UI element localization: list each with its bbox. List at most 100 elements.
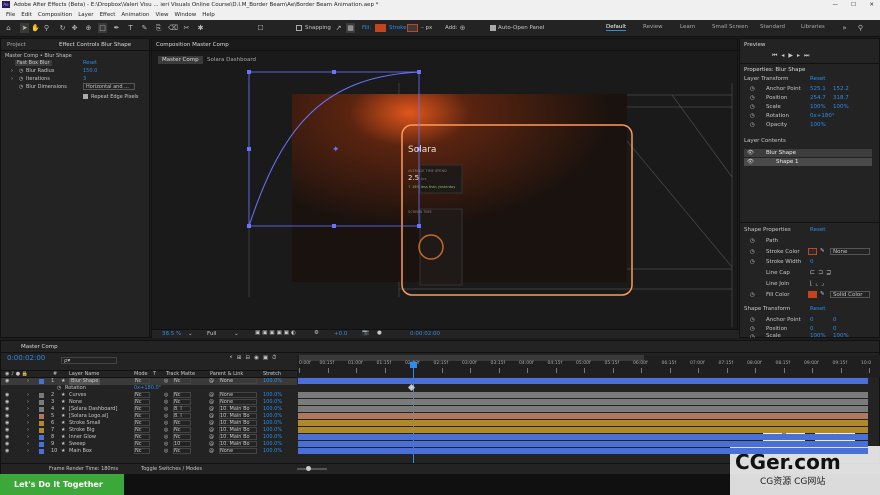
track-matte-dropdown[interactable]: Nc (173, 399, 191, 405)
stopwatch-icon[interactable]: ◷ (750, 238, 755, 244)
stretch-value[interactable]: 100.0% (263, 406, 282, 413)
shape-anchor-x[interactable]: 0 (810, 317, 814, 323)
menu-layer[interactable]: Layer (78, 12, 93, 18)
stopwatch-icon[interactable]: ◷ (750, 86, 755, 92)
track-matte-dropdown[interactable]: Nc (173, 434, 191, 440)
search-icon[interactable]: ⚲ (856, 23, 865, 33)
stroke-color-dropdown[interactable]: None (830, 248, 870, 255)
stretch-value[interactable]: 100.0% (263, 441, 282, 448)
stopwatch-icon[interactable]: ◷ (750, 122, 755, 128)
eye-icon[interactable]: ◉ (5, 434, 9, 441)
zoom-slider-handle[interactable] (306, 466, 311, 471)
layer-name[interactable]: [Solara Logo.ai] (69, 413, 108, 420)
eraser-tool-icon[interactable]: ⌫ (168, 23, 178, 33)
grid-snap-icon[interactable]: ▦ (346, 23, 355, 33)
anchor-y[interactable]: 152.2 (833, 86, 849, 92)
label-color-swatch[interactable] (39, 449, 44, 454)
layer-name[interactable]: Main Box (69, 448, 92, 455)
chevron-down-icon[interactable]: ⌄ (234, 331, 239, 337)
pickwhip-icon[interactable]: @ (209, 448, 214, 455)
stopwatch-icon[interactable]: ◷ (750, 317, 755, 323)
chevron-right-icon[interactable]: › (11, 76, 13, 82)
chevron-right-icon[interactable]: › (27, 434, 29, 441)
repeat-edge-checkbox[interactable] (83, 94, 88, 99)
menu-file[interactable]: File (6, 12, 15, 18)
toggle-switches-modes[interactable]: Toggle Switches / Modes (141, 466, 202, 472)
rotation-prop-value[interactable]: 0x+180.0° (134, 385, 161, 392)
workspace-learn[interactable]: Learn (680, 24, 695, 30)
blur-radius-value[interactable]: 150.0 (83, 68, 97, 74)
pickwhip-icon[interactable]: @ (209, 427, 214, 434)
stroke-color-swatch[interactable] (808, 248, 817, 255)
layer-row[interactable]: ◉ › 5 ★ [Solara Logo.ai] Nc ◎ 8. l @10. Main Bo 1… (1, 413, 297, 420)
layer-row[interactable]: ◉ › 4 ★ [Solara Dashboard] Nc ◎ 8. l @10. Main B… (1, 406, 297, 413)
stopwatch-icon[interactable]: ◷ (57, 385, 61, 392)
zoom-level[interactable]: 38.5 % (162, 331, 181, 337)
pen-tool-icon[interactable]: ✒ (112, 23, 121, 33)
layer-name[interactable]: [Solara Dashboard] (69, 406, 117, 413)
stroke-width-value[interactable]: 0 (810, 259, 814, 265)
opacity-value[interactable]: 100% (810, 122, 826, 128)
contents-item-shape-1[interactable] (744, 158, 872, 166)
layer-name[interactable]: Stroke Big (69, 427, 95, 434)
hand-tool-icon[interactable]: ✋ (31, 23, 40, 33)
layer-duration-bar[interactable] (298, 391, 868, 398)
mode-dropdown[interactable]: Nc (134, 434, 150, 440)
fill-color-swatch[interactable] (808, 291, 817, 298)
line-join-icons[interactable]: ⌊⌞⌟ (810, 280, 827, 287)
label-color-swatch[interactable] (39, 428, 44, 433)
layer-duration-bar[interactable] (298, 398, 868, 405)
mode-dropdown[interactable]: Nc (134, 399, 150, 405)
layer-duration-bar[interactable] (298, 433, 868, 440)
track-matte-dropdown[interactable]: Nc (173, 427, 191, 433)
label-color-swatch[interactable] (39, 379, 44, 384)
matte-icon[interactable]: ◎ (164, 399, 168, 406)
roto-tool-icon[interactable]: ✂ (182, 23, 191, 33)
eye-icon[interactable]: ◉ (5, 406, 9, 413)
comp-timecode[interactable]: 0:00:02:00 (410, 331, 440, 337)
mode-dropdown[interactable]: Nc (134, 420, 150, 426)
pickwhip-icon[interactable]: @ (209, 406, 214, 413)
track-matte-dropdown[interactable]: 8. l (173, 413, 191, 419)
layer-row[interactable]: ◉ › 2 ★ Curves Nc ◎ Nc @ None 100.0% (1, 392, 297, 399)
track-matte-dropdown[interactable]: 10 (173, 441, 191, 447)
stopwatch-icon[interactable]: ◷ (750, 334, 755, 338)
chevron-right-icon[interactable]: › (27, 413, 29, 420)
stretch-value[interactable]: 100.0% (263, 399, 282, 406)
stopwatch-icon[interactable]: ◷ (750, 292, 755, 298)
layer-row[interactable]: ◉ › 8 ★ Inner Glow Nc ◎ Nc @10. Main Bo 100.0% (1, 434, 297, 441)
layer-name[interactable]: Curves (69, 392, 86, 399)
layer-name[interactable]: Stroke Small (69, 420, 100, 427)
fill-type-dropdown[interactable]: Solid Color (830, 291, 870, 298)
chevron-right-icon[interactable]: › (11, 68, 13, 74)
parent-dropdown[interactable]: 10. Main Bo (219, 427, 257, 433)
eyedropper-icon[interactable]: ✎ (820, 291, 825, 297)
parent-dropdown[interactable]: None (219, 448, 257, 454)
eye-icon[interactable]: ◉ (5, 448, 9, 455)
stopwatch-icon[interactable]: ◷ (750, 249, 755, 255)
mode-dropdown[interactable]: Nc (134, 392, 150, 398)
fill-swatch[interactable] (375, 24, 386, 32)
shape-position-x[interactable]: 0 (810, 326, 814, 332)
menu-edit[interactable]: Edit (21, 12, 32, 18)
menu-window[interactable]: Window (175, 12, 197, 18)
parent-dropdown[interactable]: 10. Main Bo (219, 420, 257, 426)
stretch-value[interactable]: 100.0% (263, 413, 282, 420)
snap-icon[interactable]: ☐ (256, 23, 265, 33)
menu-effect[interactable]: Effect (100, 12, 116, 18)
pickwhip-icon[interactable]: @ (209, 413, 214, 420)
mode-dropdown[interactable]: Nc (134, 406, 150, 412)
stopwatch-icon[interactable]: ◷ (19, 68, 23, 74)
timeline-timecode[interactable]: 0:00:02:00 (7, 354, 45, 362)
layer-row[interactable]: ◉ › 6 ★ Stroke Small Nc ◎ Nc @10. Main Bo 100.0% (1, 420, 297, 427)
exposure-value[interactable]: +0.0 (334, 331, 347, 337)
playback-controls-icon[interactable]: ⏮◂▶▸⏭ (772, 52, 813, 60)
eyedropper-icon[interactable]: ✎ (820, 248, 825, 254)
position-y[interactable]: 318.7 (833, 95, 849, 101)
align-icon[interactable]: ↗ (334, 23, 343, 33)
stretch-value[interactable]: 100.0% (263, 420, 282, 427)
maximize-button[interactable]: ☐ (851, 0, 856, 10)
matte-icon[interactable]: ◎ (164, 448, 168, 455)
matte-icon[interactable]: ◎ (164, 434, 168, 441)
position-x[interactable]: 254.7 (810, 95, 826, 101)
